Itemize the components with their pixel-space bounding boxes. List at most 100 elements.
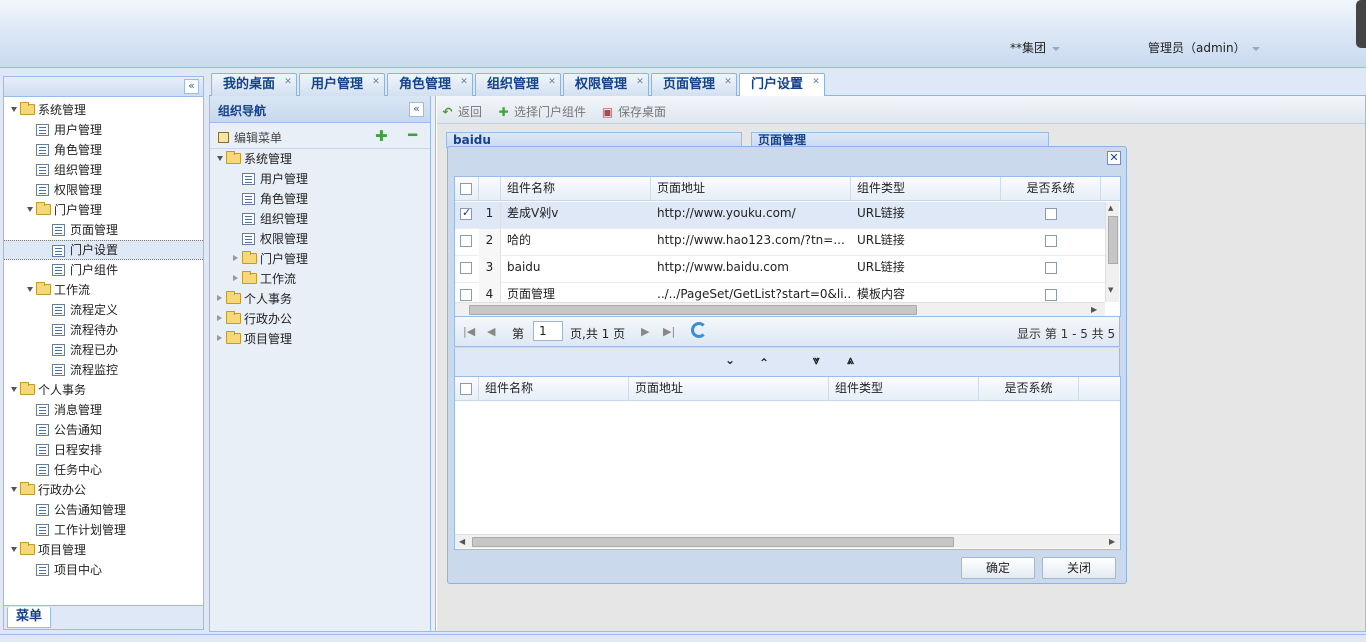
close-icon[interactable]: ✕ [723,78,733,88]
sidebar-item[interactable]: 项目管理 [4,540,203,560]
sidebar-item[interactable]: 组织管理 [4,160,203,180]
org-nav-item[interactable]: 行政办公 [210,309,430,329]
page-input[interactable]: 1 [533,321,563,341]
sidebar-item[interactable]: 用户管理 [4,120,203,140]
row-checkbox[interactable] [460,289,472,301]
org-nav-item[interactable]: 项目管理 [210,329,430,349]
table-row[interactable]: 2 哈的 http://www.hao123.com/?tn=... URL链接 [455,229,1105,256]
sidebar-item[interactable]: 个人事务 [4,380,203,400]
sidebar-item[interactable]: 门户组件 [4,260,203,280]
last-page-icon[interactable]: ▶| [663,325,675,338]
remove-icon[interactable]: ━ [408,126,417,144]
move-down-icon[interactable]: ⌄ [725,353,735,367]
sidebar-item[interactable]: 公告通知 [4,420,203,440]
tab-org-management[interactable]: 组织管理 ✕ [475,73,561,96]
expand-open-icon[interactable] [11,107,17,112]
move-all-up-icon[interactable]: ⩓ [847,353,854,368]
scroll-right-icon[interactable]: ▶ [1109,537,1115,546]
tab-user-management[interactable]: 用户管理 ✕ [299,73,385,96]
row-checkbox[interactable] [460,235,472,247]
close-icon[interactable]: ✕ [371,78,381,88]
expand-open-icon[interactable] [11,387,17,392]
org-nav-item[interactable]: 工作流 [210,269,430,289]
tab-role-management[interactable]: 角色管理 ✕ [387,73,473,96]
org-nav-item[interactable]: 个人事务 [210,289,430,309]
move-up-icon[interactable]: ⌃ [759,356,769,370]
sidebar-item[interactable]: 流程监控 [4,360,203,380]
sidebar-item[interactable]: 门户设置 [4,240,203,260]
expand-open-icon[interactable] [11,487,17,492]
sidebar-item[interactable]: 工作流 [4,280,203,300]
sidebar-item[interactable]: 消息管理 [4,400,203,420]
edit-menu-button[interactable]: 编辑菜单 [218,129,282,146]
sidebar-item[interactable]: 日程安排 [4,440,203,460]
col-header-name[interactable]: 组件名称 [479,377,629,401]
scroll-thumb[interactable] [1108,216,1118,264]
col-header-type[interactable]: 组件类型 [829,377,979,401]
collapse-nav-icon[interactable]: « [409,102,424,117]
vertical-scrollbar[interactable]: ▲ ▼ [1105,202,1119,302]
close-icon[interactable]: ✕ [1107,151,1121,165]
close-icon[interactable]: ✕ [811,78,821,88]
expand-open-icon[interactable] [217,156,223,161]
collapse-left-icon[interactable]: « [184,79,199,94]
sidebar-item[interactable]: 流程定义 [4,300,203,320]
org-nav-item[interactable]: 角色管理 [210,189,430,209]
expand-open-icon[interactable] [27,287,33,292]
select-all-checkbox[interactable] [460,383,472,395]
first-page-icon[interactable]: |◀ [463,325,475,338]
close-icon[interactable]: ✕ [635,78,645,88]
sidebar-item[interactable]: 行政办公 [4,480,203,500]
org-nav-item[interactable]: 权限管理 [210,229,430,249]
expand-closed-icon[interactable] [217,295,222,301]
scroll-right-icon[interactable]: ▶ [1091,305,1097,314]
close-icon[interactable]: ✕ [459,78,469,88]
select-component-button[interactable]: ✚ 选择门户组件 [497,103,586,120]
nav-splitter[interactable] [431,96,436,631]
expand-closed-icon[interactable] [217,315,222,321]
sidebar-item[interactable]: 页面管理 [4,220,203,240]
sidebar-item[interactable]: 流程已办 [4,340,203,360]
col-header-type[interactable]: 组件类型 [851,177,1001,201]
sidebar-item[interactable]: 角色管理 [4,140,203,160]
prev-page-icon[interactable]: ◀ [487,325,495,338]
menu-tab[interactable]: 菜单 [7,607,52,628]
expand-closed-icon[interactable] [233,275,238,281]
user-menu[interactable]: 管理员（admin） [1148,39,1260,56]
org-selector[interactable]: **集团 [1010,39,1061,56]
scroll-down-icon[interactable]: ▼ [1108,286,1113,294]
confirm-button[interactable]: 确定 [961,557,1035,579]
horizontal-scrollbar[interactable]: ◀ ▶ [455,534,1120,548]
sidebar-item[interactable]: 系统管理 [4,100,203,120]
is-system-checkbox[interactable] [1045,208,1057,220]
scroll-left-icon[interactable]: ◀ [459,537,465,546]
org-nav-item[interactable]: 门户管理 [210,249,430,269]
col-header-name[interactable]: 组件名称 [501,177,651,201]
add-icon[interactable]: ✚ [375,127,388,145]
sidebar-item[interactable]: 公告通知管理 [4,500,203,520]
col-header-url[interactable]: 页面地址 [651,177,851,201]
save-desktop-button[interactable]: ▣ 保存桌面 [601,103,666,120]
tab-portal-settings[interactable]: 门户设置 ✕ [739,73,825,97]
side-handle[interactable] [1356,0,1366,48]
expand-open-icon[interactable] [11,547,17,552]
scroll-up-icon[interactable]: ▲ [1108,204,1113,212]
is-system-checkbox[interactable] [1045,289,1057,301]
sidebar-item[interactable]: 门户管理 [4,200,203,220]
tab-page-management[interactable]: 页面管理 ✕ [651,73,737,96]
back-button[interactable]: ↶ 返回 [441,103,482,120]
org-nav-item[interactable]: 系统管理 [210,149,430,169]
col-header-is-system[interactable]: 是否系统 [979,377,1079,401]
row-checkbox[interactable] [460,206,472,220]
scroll-thumb[interactable] [472,537,954,547]
tab-my-desktop[interactable]: 我的桌面 ✕ [211,73,297,96]
org-nav-item[interactable]: 组织管理 [210,209,430,229]
table-row[interactable]: 1 差成V剁v http://www.youku.com/URL链接 [455,202,1105,229]
select-all-checkbox[interactable] [460,183,472,195]
col-header-is-system[interactable]: 是否系统 [1001,177,1101,201]
close-button[interactable]: 关闭 [1042,557,1116,579]
sidebar-item[interactable]: 权限管理 [4,180,203,200]
expand-closed-icon[interactable] [233,255,238,261]
sidebar-splitter[interactable] [205,76,208,630]
refresh-icon[interactable] [691,322,707,338]
